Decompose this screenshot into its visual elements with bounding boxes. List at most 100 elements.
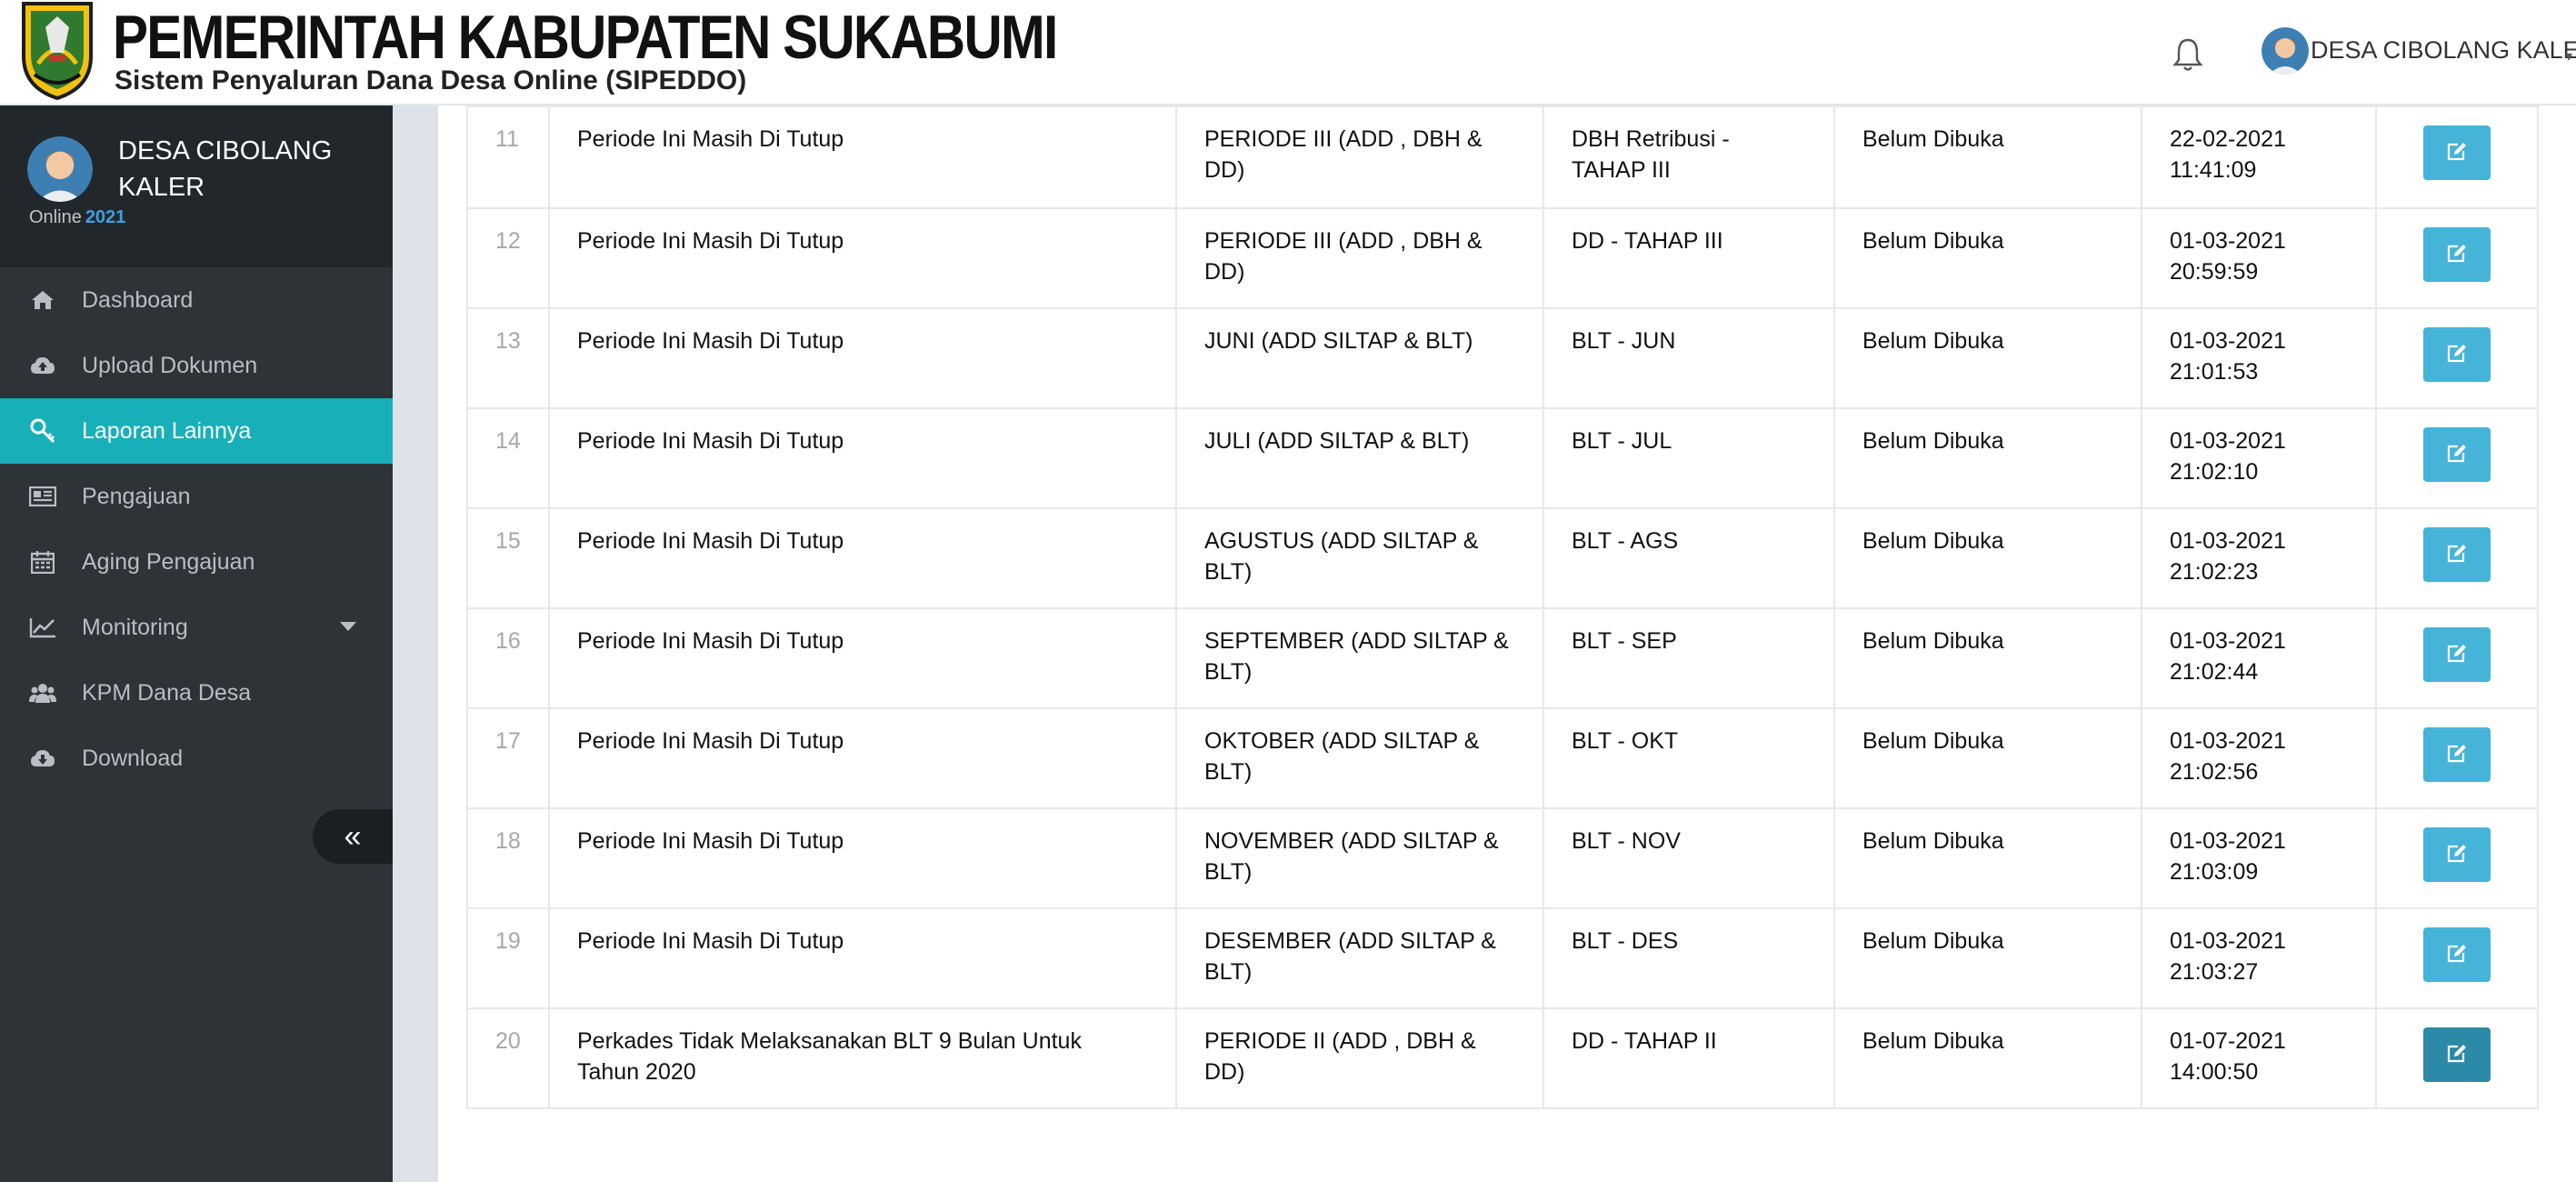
sidebar-profile: DESA CIBOLANG KALER Online 2021: [0, 105, 393, 267]
sidebar-item-label: Upload Dokumen: [82, 352, 258, 378]
row-keterangan: Periode Ini Masih Di Tutup: [548, 607, 1177, 709]
edit-button[interactable]: [2423, 327, 2491, 382]
sidebar-item-laporan-lainnya[interactable]: Laporan Lainnya: [0, 398, 393, 464]
edit-button[interactable]: [2423, 727, 2491, 782]
user-avatar[interactable]: [2261, 27, 2309, 75]
edit-button[interactable]: [2423, 125, 2491, 180]
sidebar-collapse-button[interactable]: «: [313, 809, 393, 864]
row-number: 11: [466, 105, 550, 209]
row-date: 01-03-2021: [2170, 828, 2286, 854]
table-row: 17 Periode Ini Masih Di Tutup OKTOBER (A…: [466, 707, 2539, 809]
row-status: Belum Dibuka: [1833, 307, 2142, 409]
row-status: Belum Dibuka: [1833, 807, 2142, 909]
profile-avatar: [27, 136, 93, 202]
bell-icon[interactable]: [2172, 36, 2203, 73]
main-content: 11 Periode Ini Masih Di Tutup PERIODE II…: [438, 105, 2576, 1182]
row-tanggal: 01-03-2021 21:01:53: [2141, 307, 2377, 409]
row-date: 01-03-2021: [2170, 528, 2286, 554]
key-icon: [29, 417, 56, 445]
calendar-icon: [29, 548, 56, 576]
row-action: [2375, 105, 2539, 209]
row-jenis: BLT - AGS: [1543, 507, 1835, 609]
row-periode: PERIODE II (ADD , DBH & DD): [1175, 1007, 1544, 1109]
row-keterangan: Periode Ini Masih Di Tutup: [548, 807, 1177, 909]
report-table: 11 Periode Ini Masih Di Tutup PERIODE II…: [466, 105, 2539, 1109]
edit-icon: [2447, 445, 2466, 463]
edit-button[interactable]: [2423, 1027, 2491, 1082]
row-keterangan: Periode Ini Masih Di Tutup: [548, 407, 1177, 509]
row-jenis: BLT - JUL: [1543, 407, 1835, 509]
row-time: 14:00:50: [2170, 1059, 2259, 1085]
row-action: [2375, 307, 2539, 409]
table-row: 11 Periode Ini Masih Di Tutup PERIODE II…: [466, 105, 2539, 209]
sidebar: DESA CIBOLANG KALER Online 2021 Dashboard…: [0, 105, 393, 1182]
sidebar-item-aging-pengajuan[interactable]: Aging Pengajuan: [0, 529, 393, 595]
edit-button[interactable]: [2423, 927, 2491, 982]
row-number: 13: [466, 307, 550, 409]
row-time: 21:02:23: [2170, 559, 2259, 585]
home-icon: [29, 286, 56, 314]
cloud-upload-icon: [29, 352, 56, 379]
row-action: [2375, 1007, 2539, 1109]
edit-button[interactable]: [2423, 427, 2491, 482]
newspaper-icon: [29, 483, 56, 510]
row-time: 20:59:59: [2170, 259, 2259, 285]
row-keterangan: Periode Ini Masih Di Tutup: [548, 907, 1177, 1009]
sidebar-item-monitoring[interactable]: Monitoring: [0, 595, 393, 660]
edit-button[interactable]: [2423, 227, 2491, 282]
row-number: 16: [466, 607, 550, 709]
edit-button[interactable]: [2423, 627, 2491, 682]
row-tanggal: 01-03-2021 20:59:59: [2141, 207, 2377, 309]
sidebar-item-download[interactable]: Download: [0, 726, 393, 791]
edit-button[interactable]: [2423, 827, 2491, 882]
row-tanggal: 01-03-2021 21:02:44: [2141, 607, 2377, 709]
row-date: 01-03-2021: [2170, 328, 2286, 354]
row-status: Belum Dibuka: [1833, 607, 2142, 709]
sidebar-item-dashboard[interactable]: Dashboard: [0, 267, 393, 333]
row-tanggal: 01-03-2021 21:02:56: [2141, 707, 2377, 809]
row-time: 11:41:09: [2170, 157, 2257, 183]
edit-icon: [2447, 845, 2466, 863]
row-keterangan: Periode Ini Masih Di Tutup: [548, 207, 1177, 309]
user-name[interactable]: DESA CIBOLANG KALER: [2311, 36, 2576, 65]
row-number: 18: [466, 807, 550, 909]
row-action: [2375, 207, 2539, 309]
row-periode: DESEMBER (ADD SILTAP & BLT): [1175, 907, 1544, 1009]
row-status: Belum Dibuka: [1833, 707, 2142, 809]
row-number: 15: [466, 507, 550, 609]
row-time: 21:02:44: [2170, 659, 2259, 685]
row-date: 01-03-2021: [2170, 628, 2286, 654]
edit-icon: [2447, 945, 2466, 963]
row-tanggal: 01-03-2021 21:02:10: [2141, 407, 2377, 509]
row-status: Belum Dibuka: [1833, 207, 2142, 309]
table-row: 19 Periode Ini Masih Di Tutup DESEMBER (…: [466, 907, 2539, 1009]
row-status: Belum Dibuka: [1833, 1007, 2142, 1109]
row-periode: OKTOBER (ADD SILTAP & BLT): [1175, 707, 1544, 809]
edit-button[interactable]: [2423, 527, 2491, 582]
sidebar-item-upload-dokumen[interactable]: Upload Dokumen: [0, 333, 393, 398]
row-time: 21:03:27: [2170, 959, 2259, 985]
sidebar-item-kpm-dana-desa[interactable]: KPM Dana Desa: [0, 660, 393, 726]
row-date: 01-07-2021: [2170, 1028, 2286, 1054]
top-header: PEMERINTAH KABUPATEN SUKABUMI Sistem Pen…: [0, 0, 2576, 105]
row-tanggal: 01-03-2021 21:03:09: [2141, 807, 2377, 909]
row-status: Belum Dibuka: [1833, 105, 2142, 209]
row-jenis: BLT - SEP: [1543, 607, 1835, 709]
row-number: 17: [466, 707, 550, 809]
edit-icon: [2447, 1045, 2466, 1063]
table-row: 18 Periode Ini Masih Di Tutup NOVEMBER (…: [466, 807, 2539, 909]
row-tanggal: 22-02-2021 11:41:09: [2141, 105, 2377, 209]
edit-icon: [2447, 345, 2466, 363]
row-date: 01-03-2021: [2170, 928, 2286, 954]
sidebar-item-pengajuan[interactable]: Pengajuan: [0, 464, 393, 529]
caret-down-icon[interactable]: ▾: [2565, 47, 2572, 65]
row-keterangan: Periode Ini Masih Di Tutup: [548, 307, 1177, 409]
sidebar-item-label: Laporan Lainnya: [82, 417, 252, 444]
table-row: 16 Periode Ini Masih Di Tutup SEPTEMBER …: [466, 607, 2539, 709]
logo-emblem: [22, 2, 93, 100]
row-periode: PERIODE III (ADD , DBH & DD): [1175, 105, 1544, 209]
edit-icon: [2447, 245, 2466, 263]
row-number: 12: [466, 207, 550, 309]
table-row: 15 Periode Ini Masih Di Tutup AGUSTUS (A…: [466, 507, 2539, 609]
row-periode: NOVEMBER (ADD SILTAP & BLT): [1175, 807, 1544, 909]
